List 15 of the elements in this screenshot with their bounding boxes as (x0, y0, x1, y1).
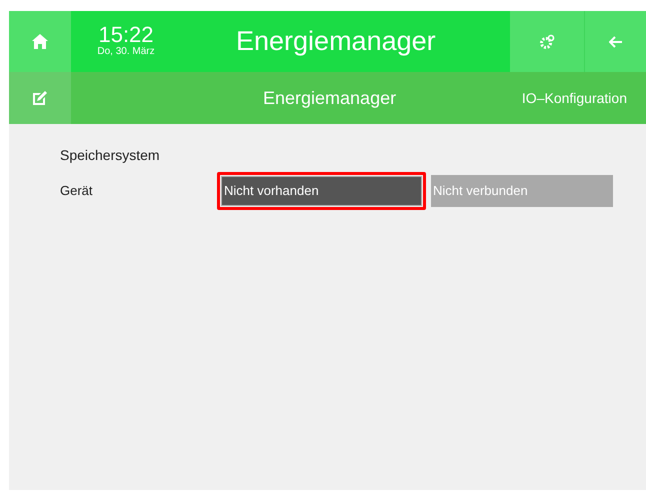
section-title: Energiemanager (263, 86, 396, 110)
clock-time: 15:22 (98, 24, 154, 46)
home-icon (32, 34, 48, 49)
settings-button[interactable] (510, 11, 585, 72)
edit-button[interactable] (9, 72, 71, 124)
page-title: Energiemanager (236, 25, 436, 58)
group-heading: Speichersystem (60, 146, 161, 165)
clock-date: Do, 30. März (97, 46, 155, 59)
home-button[interactable] (9, 11, 71, 72)
back-button[interactable] (585, 11, 646, 72)
back-arrow-icon (608, 36, 622, 48)
field-label: Gerät (60, 182, 94, 200)
status-field: Nicht verbunden (431, 175, 613, 207)
settings-icon (539, 34, 555, 50)
edit-icon (33, 91, 47, 105)
